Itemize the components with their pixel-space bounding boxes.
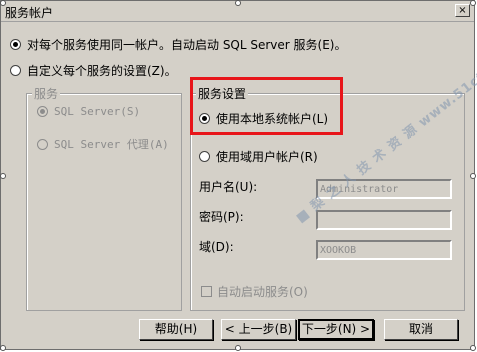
radio-unchecked-icon	[199, 151, 210, 162]
radio-custom-label: 自定义每个服务的设置(Z)。	[27, 64, 177, 78]
password-label: 密码(P):	[199, 210, 244, 224]
services-group	[26, 93, 182, 311]
radio-unchecked-icon	[10, 65, 21, 76]
checkbox-icon	[201, 286, 212, 297]
close-icon: ×	[458, 5, 467, 16]
resize-handle	[470, 345, 476, 351]
autostart-label: 自动启动服务(O)	[217, 285, 308, 299]
radio-unchecked-icon	[37, 138, 48, 150]
cancel-button[interactable]: 取消	[384, 319, 458, 340]
domain-label: 域(D):	[199, 240, 234, 254]
resize-handle	[0, 0, 6, 6]
service-item-sql-server[interactable]: SQL Server(S)	[37, 105, 140, 118]
radio-checked-icon	[37, 106, 48, 117]
domain-field[interactable]: XOOKOB	[316, 240, 452, 260]
resize-handle	[235, 0, 241, 6]
radio-custom-settings[interactable]: 自定义每个服务的设置(Z)。	[10, 62, 177, 79]
resize-handle	[0, 345, 6, 351]
resize-handle	[470, 0, 476, 6]
service-account-dialog: 服务帐户 × 对每个服务使用同一帐户。自动启动 SQL Server 服务(E)…	[0, 0, 477, 350]
domain-user-label: 使用域用户帐户(R)	[216, 150, 318, 164]
radio-checked-icon	[10, 39, 21, 50]
resize-handle	[0, 173, 6, 179]
close-button[interactable]: ×	[455, 4, 470, 17]
username-label: 用户名(U):	[199, 180, 258, 194]
highlight-box	[190, 77, 343, 135]
services-group-label: 服务	[32, 85, 61, 102]
service-item-label: SQL Server(S)	[54, 105, 141, 118]
password-field[interactable]	[316, 210, 452, 230]
domain-value: XOOKOB	[320, 245, 357, 256]
help-button[interactable]: 帮助(H)	[139, 319, 213, 340]
next-button[interactable]: 下一步(N) >	[298, 319, 374, 340]
radio-same-account[interactable]: 对每个服务使用同一帐户。自动启动 SQL Server 服务(E)。	[10, 36, 347, 53]
radio-same-account-label: 对每个服务使用同一帐户。自动启动 SQL Server 服务(E)。	[27, 38, 347, 52]
service-item-label: SQL Server 代理(A)	[54, 138, 169, 151]
dialog-title: 服务帐户	[5, 6, 54, 20]
resize-handle	[235, 345, 241, 351]
autostart-checkbox[interactable]: 自动启动服务(O)	[201, 283, 308, 300]
resize-handle	[470, 173, 476, 179]
service-item-sql-agent[interactable]: SQL Server 代理(A)	[37, 136, 169, 152]
back-button[interactable]: < 上一步(B)	[221, 319, 296, 340]
radio-domain-user-account[interactable]: 使用域用户帐户(R)	[199, 148, 318, 165]
